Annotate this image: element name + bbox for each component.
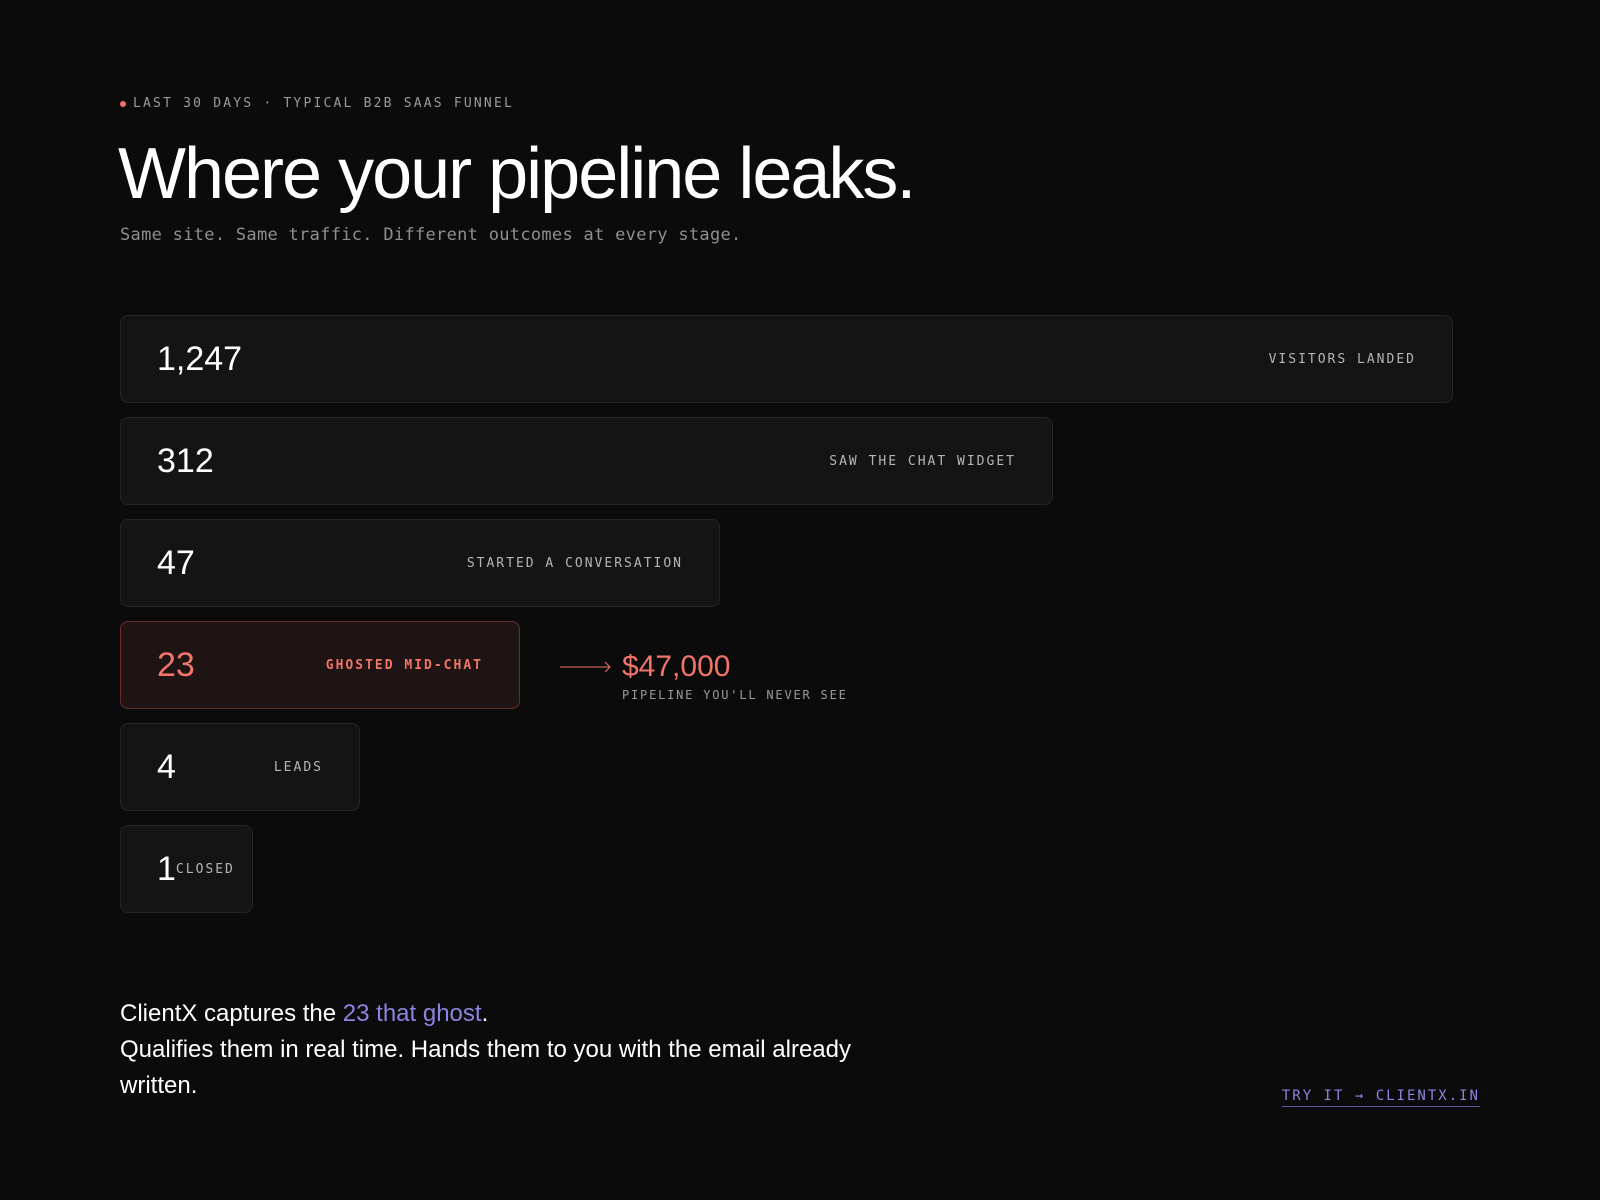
- footer-copy: ClientX captures the 23 that ghost. Qual…: [120, 996, 860, 1104]
- funnel-stage-ghosted: 23 GHOSTED MID-CHAT: [120, 621, 520, 709]
- funnel-stage-widget: 312 SAW THE CHAT WIDGET: [120, 417, 1053, 505]
- funnel-stage-closed: 1 CLOSED: [120, 825, 253, 913]
- funnel-stage-value: 47: [157, 543, 195, 582]
- lost-pipeline-caption: PIPELINE YOU'LL NEVER SEE: [622, 688, 848, 702]
- page-title: Where your pipeline leaks.: [118, 134, 916, 214]
- funnel-stage-label: LEADS: [273, 759, 323, 775]
- funnel-stage-label: STARTED A CONVERSATION: [466, 555, 683, 571]
- funnel-stage-visitors: 1,247 VISITORS LANDED: [120, 315, 1453, 403]
- footer-line-1: ClientX captures the 23 that ghost.: [120, 996, 860, 1032]
- funnel-stage-label: SAW THE CHAT WIDGET: [829, 453, 1016, 469]
- funnel-stage-label: GHOSTED MID-CHAT: [325, 657, 483, 673]
- status-dot-icon: [120, 100, 126, 107]
- funnel-stage-conversation: 47 STARTED A CONVERSATION: [120, 519, 720, 607]
- funnel-stage-label: CLOSED: [175, 861, 235, 877]
- eyebrow: LAST 30 DAYS · TYPICAL B2B SAAS FUNNEL: [120, 96, 514, 111]
- try-it-link[interactable]: TRY IT → CLIENTX.IN: [1281, 1088, 1480, 1107]
- funnel-stage-value: 4: [157, 747, 176, 786]
- footer-line-1-suffix: .: [481, 1000, 489, 1027]
- funnel-stage-value: 1: [157, 849, 176, 888]
- leak-callout-text: $47,000 PIPELINE YOU'LL NEVER SEE: [622, 650, 848, 702]
- funnel-stage-leads: 4 LEADS: [120, 723, 360, 811]
- footer-highlight: 23 that ghost: [342, 1000, 482, 1027]
- funnel-stage-value: 23: [157, 645, 195, 684]
- funnel-stage-label: VISITORS LANDED: [1268, 351, 1416, 367]
- leak-callout: $47,000 PIPELINE YOU'LL NEVER SEE: [560, 650, 848, 702]
- funnel-stage-value: 1,247: [157, 339, 243, 378]
- eyebrow-text: LAST 30 DAYS · TYPICAL B2B SAAS FUNNEL: [133, 96, 515, 111]
- footer-line-2: Qualifies them in real time. Hands them …: [120, 1036, 852, 1099]
- funnel-stage-value: 312: [157, 441, 214, 480]
- lost-pipeline-amount: $47,000: [622, 650, 731, 683]
- arrow-right-icon: [560, 661, 611, 673]
- footer-line-1-prefix: ClientX captures the: [120, 1000, 343, 1027]
- page-subtitle: Same site. Same traffic. Different outco…: [120, 225, 742, 245]
